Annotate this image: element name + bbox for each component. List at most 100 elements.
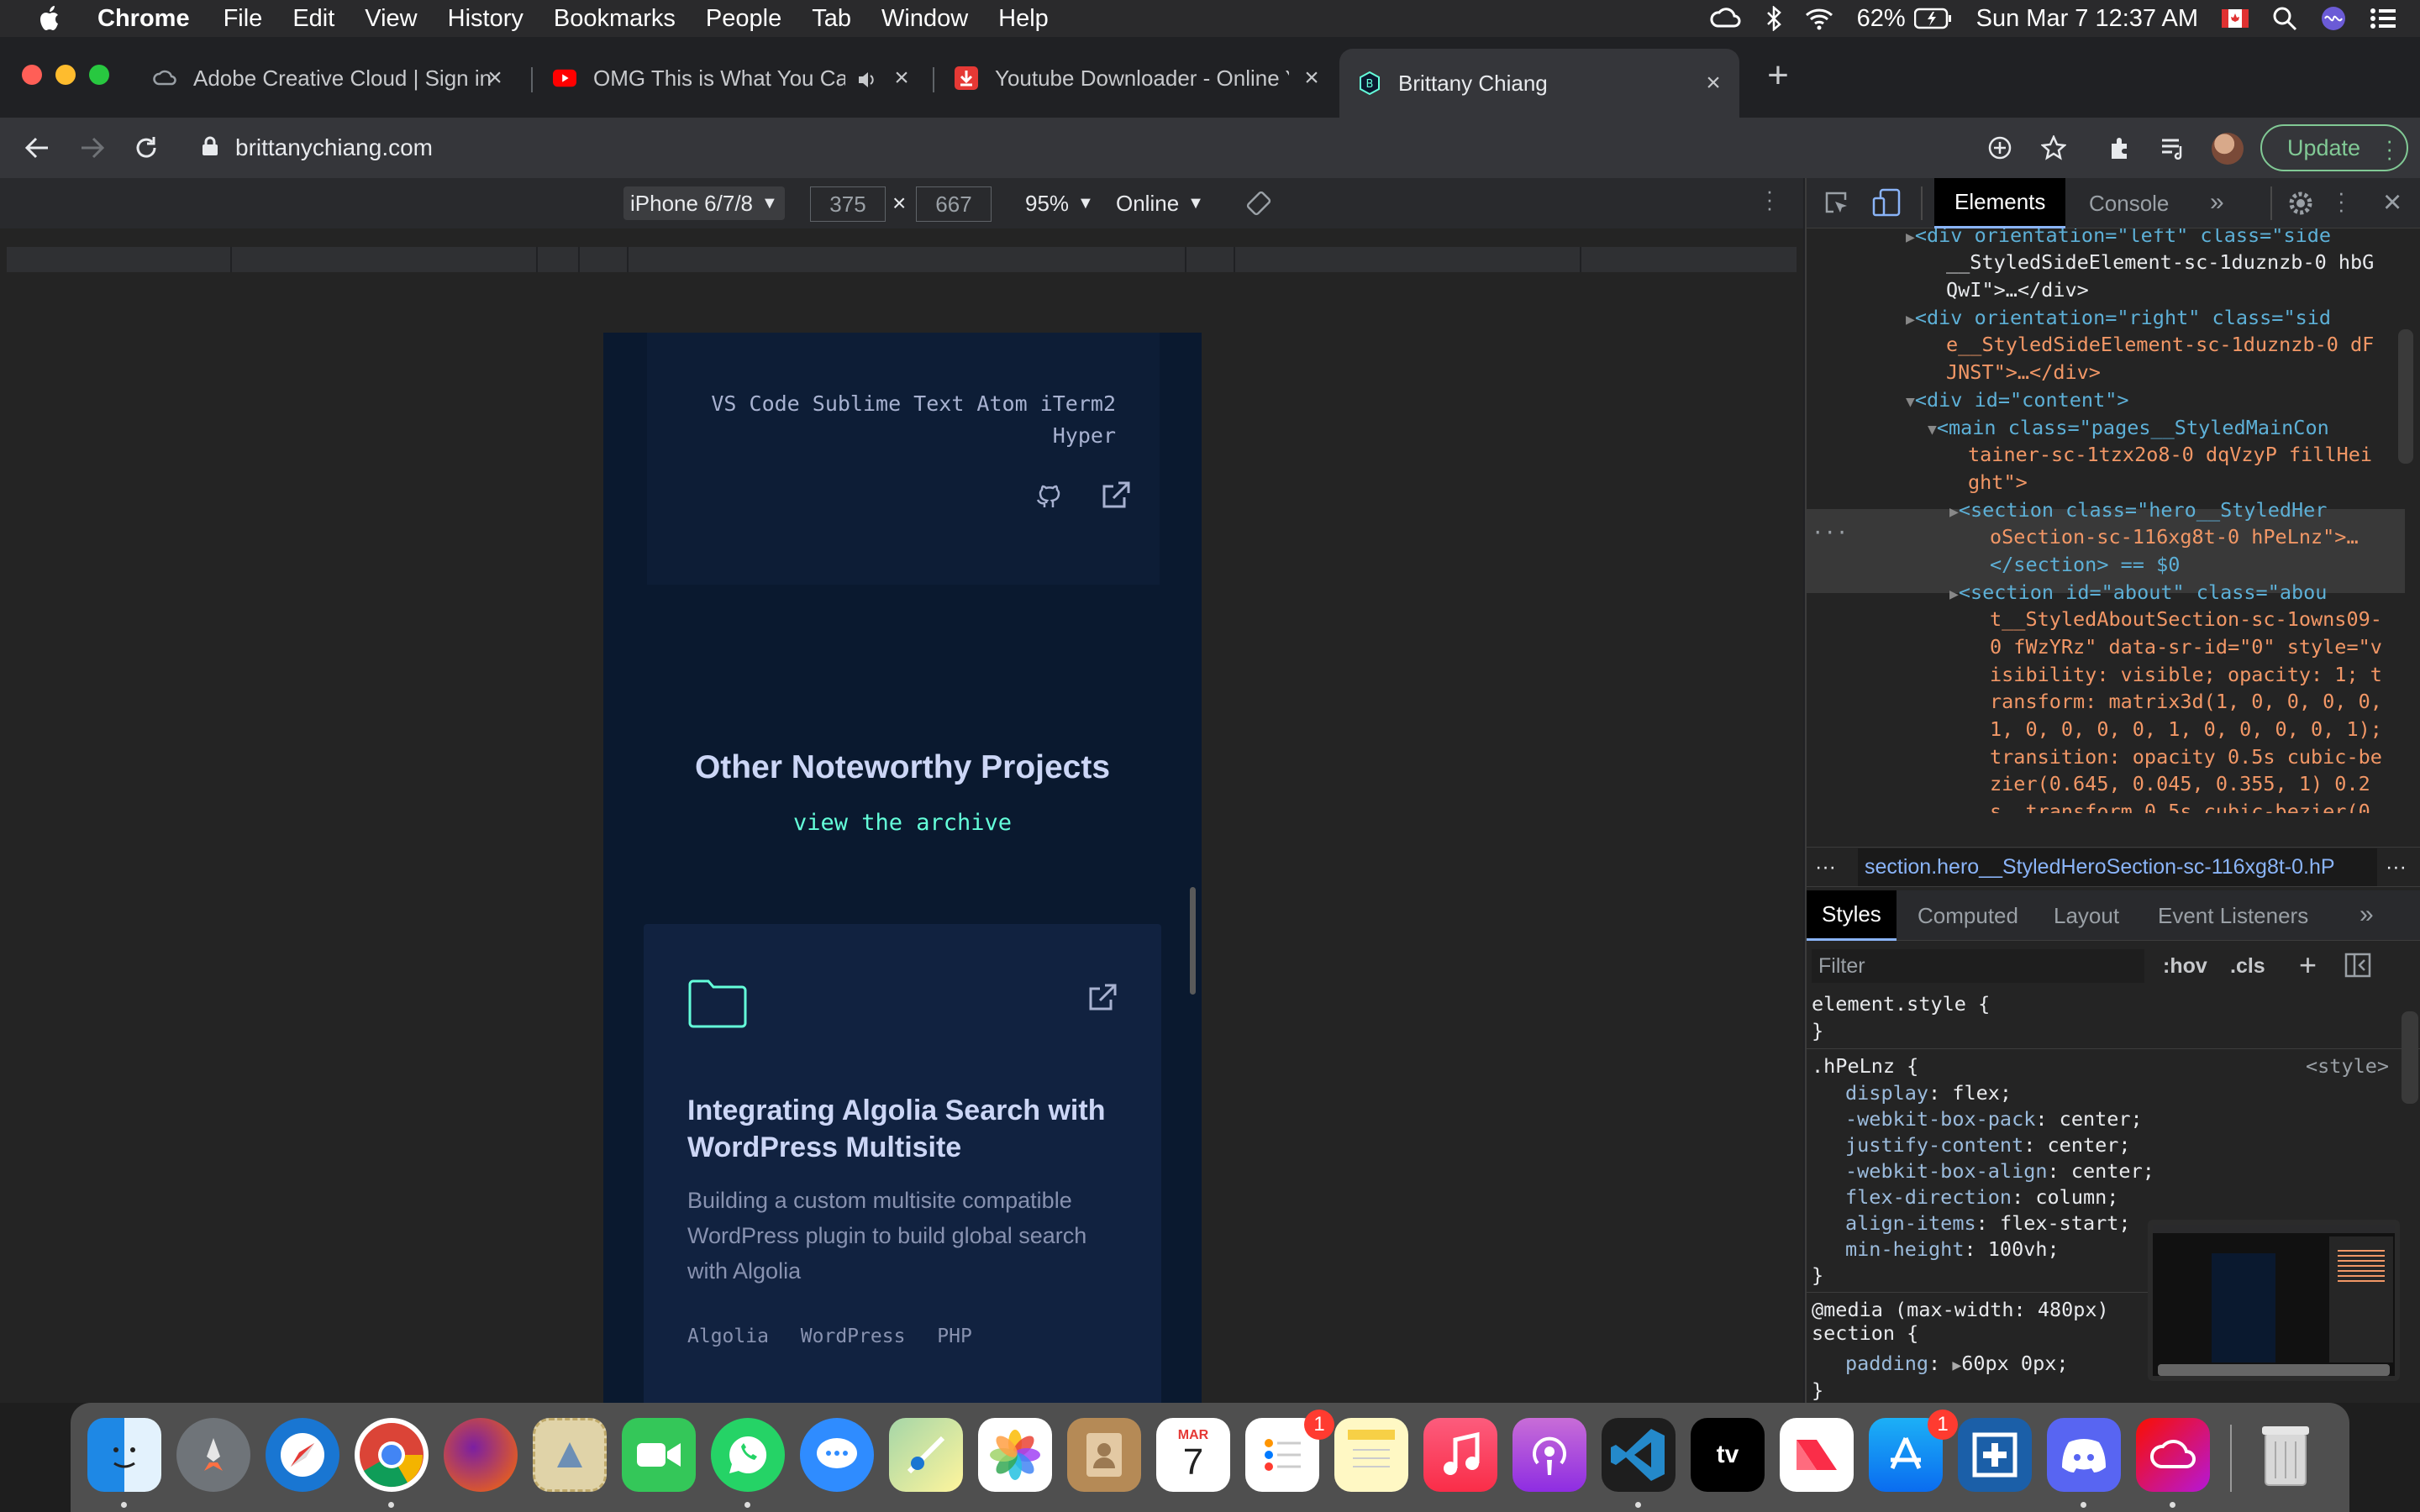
back-arrow-icon[interactable] — [20, 131, 54, 165]
css-source-link[interactable]: <style> — [2306, 1053, 2389, 1079]
url-text[interactable]: brittanychiang.com — [235, 134, 433, 161]
bluetooth-icon[interactable] — [1766, 6, 1781, 31]
dom-line[interactable]: ▼<div id="content"> — [1906, 386, 2129, 417]
dom-line[interactable]: t__StyledAboutSection-sc-1owns09- — [1990, 606, 2382, 633]
dom-line[interactable]: ght"> — [1968, 469, 2028, 496]
css-property[interactable]: align-items: flex-start; — [1845, 1210, 2131, 1236]
github-icon[interactable] — [1034, 480, 1064, 515]
minimize-window-button[interactable] — [55, 65, 76, 85]
dom-line[interactable]: JNST">…</div> — [1946, 359, 2101, 386]
creative-cloud-status-icon[interactable] — [1709, 6, 1743, 31]
external-link-icon[interactable] — [1101, 480, 1131, 515]
dom-scrollbar[interactable] — [2398, 329, 2413, 464]
music-icon[interactable] — [1423, 1418, 1497, 1492]
address-bar[interactable]: brittanychiang.com — [187, 126, 2010, 170]
dom-line[interactable]: ▼<main class="pages__StyledMainCon — [1928, 414, 2329, 444]
more-options-icon[interactable]: · · · — [1761, 180, 1778, 218]
tab-elements[interactable]: Elements — [1934, 178, 2066, 228]
more-menu-icon[interactable]: · · · — [2386, 129, 2393, 168]
dom-line[interactable]: 1, 0, 0, 0, 0, 1, 0, 0, 0, 0, 1); — [1990, 716, 2382, 743]
wifi-icon[interactable] — [1805, 7, 1833, 30]
screen-capture-icon[interactable] — [1958, 1418, 2032, 1492]
podcasts-icon[interactable] — [1512, 1418, 1586, 1492]
tab-event-listeners[interactable]: Event Listeners — [2143, 890, 2323, 941]
finder-icon[interactable] — [87, 1418, 161, 1492]
close-tab-icon[interactable]: × — [891, 66, 913, 91]
ruler-segment[interactable] — [629, 247, 1186, 272]
css-media-query[interactable]: @media (max-width: 480px) — [1812, 1297, 2109, 1323]
bookmark-star-icon[interactable] — [2037, 131, 2070, 165]
install-app-icon[interactable] — [1983, 131, 2017, 165]
menu-history[interactable]: History — [448, 5, 523, 33]
reload-icon[interactable] — [129, 131, 163, 165]
tab-youtube-video[interactable]: OMG This is What You Call × — [534, 52, 928, 104]
tab-computed[interactable]: Computed — [1902, 890, 2033, 941]
zoom-window-button[interactable] — [89, 65, 109, 85]
menubar-clock[interactable]: Sun Mar 7 12:37 AM — [1976, 5, 2198, 33]
lock-icon[interactable] — [202, 136, 218, 160]
hov-toggle[interactable]: :hov — [2163, 954, 2207, 979]
trash-icon[interactable] — [2249, 1418, 2323, 1492]
maps-icon[interactable] — [889, 1418, 963, 1492]
breadcrumb-more-icon[interactable]: ··· — [2386, 855, 2407, 879]
creative-cloud-app-icon[interactable] — [2136, 1418, 2210, 1492]
close-tab-icon[interactable]: × — [1702, 71, 1724, 96]
external-link-icon[interactable] — [1087, 983, 1118, 1017]
project-card[interactable]: Integrating Algolia Search with WordPres… — [644, 924, 1161, 1403]
dom-line[interactable]: ▶<div orientation="right" class="sid — [1906, 304, 2331, 334]
dom-line[interactable]: __StyledSideElement-sc-1duznzb-0 hbG — [1946, 249, 2374, 276]
node-ellipsis-icon[interactable]: ··· — [1812, 519, 1848, 547]
speaker-icon[interactable] — [857, 69, 877, 95]
ruler-segment[interactable] — [538, 247, 580, 272]
breadcrumb-ellipsis-icon[interactable]: ··· — [1815, 855, 1836, 879]
ruler-segment[interactable] — [232, 247, 538, 272]
chrome-icon[interactable] — [355, 1418, 429, 1492]
news-icon[interactable] — [1780, 1418, 1854, 1492]
breadcrumb-current[interactable]: section.hero__StyledHeroSection-sc-116xg… — [1857, 848, 2377, 886]
messages-icon[interactable] — [800, 1418, 874, 1492]
menu-window[interactable]: Window — [881, 5, 968, 33]
close-tab-icon[interactable]: × — [484, 66, 506, 91]
media-queue-icon[interactable] — [2156, 131, 2190, 165]
menu-view[interactable]: View — [365, 5, 417, 33]
new-tab-button[interactable]: + — [1763, 57, 1793, 94]
calendar-icon[interactable]: MAR 7 — [1156, 1418, 1230, 1492]
vscode-icon[interactable] — [1602, 1418, 1676, 1492]
dom-line[interactable]: transition: opacity 0.5s cubic-be — [1990, 743, 2382, 771]
close-tab-icon[interactable]: × — [1301, 66, 1323, 91]
project-title[interactable]: Integrating Algolia Search with WordPres… — [687, 1092, 1124, 1166]
device-toggle-icon[interactable] — [1872, 188, 1901, 223]
menu-help[interactable]: Help — [998, 5, 1049, 33]
device-select[interactable]: iPhone 6/7/8 ▼ — [623, 186, 785, 220]
throttle-select[interactable]: Online ▼ — [1109, 186, 1211, 220]
apple-menu-icon[interactable] — [35, 3, 66, 34]
more-tabs-icon[interactable]: » — [2210, 188, 2224, 217]
menu-file[interactable]: File — [224, 5, 263, 33]
height-input[interactable]: 667 — [916, 186, 992, 222]
viewport-scrollbar[interactable] — [1190, 887, 1196, 995]
dom-line[interactable]: ▶<section class="hero__StyledHer — [1949, 496, 2327, 527]
css-property[interactable]: -webkit-box-align: center; — [1845, 1158, 2154, 1184]
discord-icon[interactable] — [2047, 1418, 2121, 1492]
tab-layout[interactable]: Layout — [2039, 890, 2134, 941]
notes-icon[interactable] — [1334, 1418, 1408, 1492]
archive-link[interactable]: view the archive — [603, 810, 1202, 836]
tab-console[interactable]: Console — [2069, 178, 2189, 228]
menu-app-name[interactable]: Chrome — [97, 5, 190, 33]
ruler-segment[interactable] — [580, 247, 629, 272]
tab-youtube-downloader[interactable]: Youtube Downloader - Online Y × — [936, 52, 1338, 104]
dom-line[interactable]: s, transform 0.5s cubic-bezier(0. — [1990, 798, 2382, 813]
css-property[interactable]: -webkit-box-pack: center; — [1845, 1106, 2143, 1132]
extensions-icon[interactable] — [2104, 131, 2138, 165]
settings-gear-icon[interactable] — [2287, 190, 2314, 223]
tab-adobe-creative-cloud[interactable]: Adobe Creative Cloud | Sign in × — [134, 52, 521, 104]
ruler-segment[interactable] — [1235, 247, 1581, 272]
close-devtools-icon[interactable]: × — [2383, 185, 2402, 221]
canada-flag-icon[interactable] — [2222, 9, 2249, 28]
whatsapp-icon[interactable] — [711, 1418, 785, 1492]
css-property[interactable]: justify-content: center; — [1845, 1132, 2131, 1158]
more-options-icon[interactable]: · · · — [2338, 181, 2345, 220]
toggle-sidebar-icon[interactable] — [2344, 953, 2371, 984]
preview-icon[interactable] — [533, 1418, 607, 1492]
ruler-segment[interactable] — [7, 247, 232, 272]
